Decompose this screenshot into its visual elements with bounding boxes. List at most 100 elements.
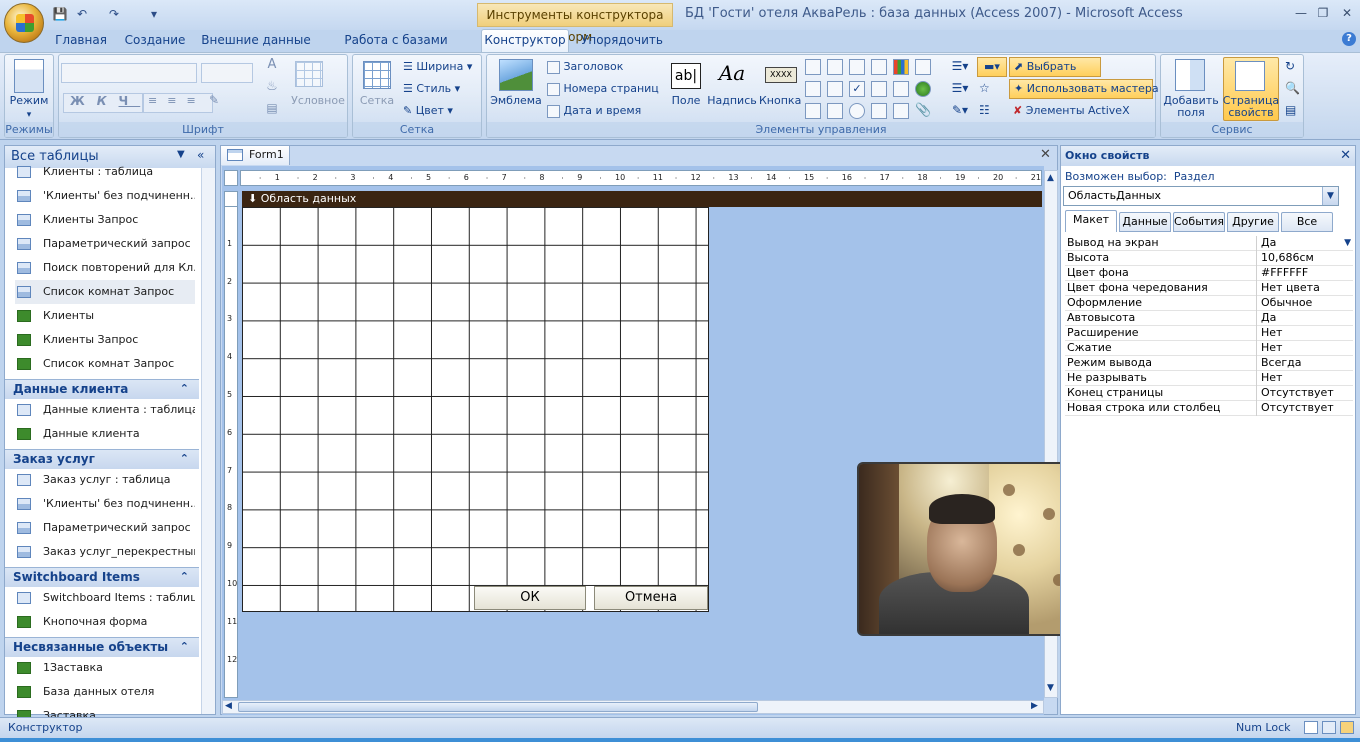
- gridlines-icon[interactable]: [363, 61, 391, 89]
- ok-button[interactable]: ОК: [474, 586, 586, 610]
- property-sheet-icon[interactable]: [1235, 61, 1265, 91]
- grid-width-button[interactable]: ☰ Ширина ▾: [403, 58, 472, 76]
- property-row[interactable]: Не разрывать Нет: [1065, 371, 1353, 386]
- nav-item[interactable]: Параметрический запрос: [15, 516, 195, 540]
- select-button[interactable]: ⬈ Выбрать: [1009, 57, 1101, 77]
- title-button[interactable]: Заголовок: [547, 58, 623, 76]
- add-fields-button[interactable]: Добавить поля: [1161, 95, 1221, 119]
- text-format-buttons[interactable]: ЖКЧ: [63, 93, 143, 113]
- checkbox-icon[interactable]: ✓: [849, 81, 865, 97]
- nav-group-header[interactable]: Данные клиента ⌃: [5, 379, 199, 399]
- rectangle-tool-icon[interactable]: [849, 59, 865, 75]
- field-button[interactable]: Поле: [663, 95, 709, 107]
- nav-group-header[interactable]: Switchboard Items ⌃: [5, 567, 199, 587]
- property-value[interactable]: Нет цвета: [1261, 281, 1353, 296]
- subform-in-new-window-icon[interactable]: ▤: [1285, 103, 1301, 119]
- attachment-icon[interactable]: 📎: [915, 103, 931, 119]
- property-row[interactable]: Вывод на экран Да ▼: [1065, 236, 1353, 251]
- font-color-icon[interactable]: A: [257, 57, 287, 79]
- customize-qat-icon[interactable]: ▾: [146, 6, 162, 22]
- wand-icon[interactable]: ☆: [979, 81, 999, 97]
- help-icon[interactable]: ?: [1342, 32, 1356, 46]
- restore-icon[interactable]: ❐: [1310, 4, 1336, 22]
- label-button[interactable]: Надпись: [707, 95, 757, 107]
- object-select-combo[interactable]: ОбластьДанных ▼: [1063, 186, 1339, 206]
- prop-tab-events[interactable]: События: [1173, 212, 1225, 232]
- list-box-icon[interactable]: [915, 59, 931, 75]
- line-color-icon[interactable]: ✎▾: [945, 103, 975, 119]
- command-button-icon[interactable]: XXXX: [765, 67, 797, 83]
- activex-button[interactable]: ✘ Элементы ActiveX: [1009, 102, 1130, 120]
- nav-scrollbar[interactable]: [201, 168, 215, 714]
- nav-item[interactable]: Параметрический запрос: [15, 232, 195, 256]
- nav-item[interactable]: Клиенты Запрос: [15, 328, 195, 352]
- document-tab-form1[interactable]: Form1: [220, 145, 290, 165]
- font-size-combo[interactable]: [201, 63, 253, 83]
- prop-tab-other[interactable]: Другие: [1227, 212, 1279, 232]
- nav-item[interactable]: Поиск повторений для Кл...: [15, 256, 195, 280]
- nav-group-header[interactable]: Заказ услуг ⌃: [5, 449, 199, 469]
- line-type-icon[interactable]: ☰▾: [945, 81, 975, 97]
- tab-home[interactable]: Главная: [50, 30, 112, 52]
- property-row[interactable]: Режим вывода Всегда: [1065, 356, 1353, 371]
- property-value[interactable]: Отсутствует: [1261, 401, 1353, 416]
- property-value[interactable]: Обычное: [1261, 296, 1353, 311]
- form-view-icon[interactable]: [1304, 721, 1318, 734]
- page-break-icon[interactable]: [805, 103, 821, 119]
- bound-frame-icon[interactable]: [827, 81, 843, 97]
- line-tool-icon[interactable]: [827, 59, 843, 75]
- chevron-down-icon[interactable]: ▾: [5, 109, 53, 121]
- use-wizards-button[interactable]: ✦ Использовать мастера: [1009, 79, 1159, 99]
- option-button-icon[interactable]: [849, 103, 865, 119]
- property-value[interactable]: Нет: [1261, 341, 1353, 356]
- conditional-format-icon[interactable]: [295, 61, 335, 91]
- subform-icon[interactable]: [871, 81, 887, 97]
- horizontal-scroll-thumb[interactable]: [238, 702, 758, 712]
- tab-design[interactable]: Конструктор: [481, 30, 569, 52]
- logo-icon[interactable]: [499, 59, 533, 91]
- nav-item[interactable]: Заказ услуг_перекрестный: [15, 540, 195, 564]
- hyperlink-icon[interactable]: [915, 81, 931, 97]
- collapse-group-icon[interactable]: ⌃: [180, 452, 189, 465]
- line-icon[interactable]: ▤: [257, 101, 287, 119]
- view-code-icon[interactable]: 🔍: [1285, 81, 1301, 97]
- design-view-icon[interactable]: [1340, 721, 1354, 734]
- property-value[interactable]: Всегда: [1261, 356, 1353, 371]
- button-control[interactable]: Кнопка: [759, 95, 801, 107]
- property-row[interactable]: Цвет фона чередования Нет цвета: [1065, 281, 1353, 296]
- chart-icon[interactable]: [893, 59, 909, 75]
- property-row[interactable]: Цвет фона #FFFFFF: [1065, 266, 1353, 281]
- redo-icon[interactable]: ↷: [106, 6, 122, 22]
- close-document-icon[interactable]: ✕: [1040, 147, 1051, 162]
- vertical-ruler[interactable]: 1 2 3 4 5 6 7 8 9 10 11 12: [224, 206, 238, 698]
- nav-group-header[interactable]: Несвязанные объекты ⌃: [5, 637, 199, 657]
- underline-icon[interactable]: Ч: [119, 94, 141, 108]
- nav-item[interactable]: Заказ услуг : таблица: [15, 468, 195, 492]
- save-icon[interactable]: 💾: [52, 6, 68, 22]
- add-fields-icon[interactable]: [1175, 59, 1205, 91]
- image-icon[interactable]: [893, 81, 909, 97]
- line-thickness-icon[interactable]: ☰▾: [945, 59, 975, 75]
- nav-item[interactable]: Данные клиента : таблица: [15, 398, 195, 422]
- property-row[interactable]: Автовысота Да: [1065, 311, 1353, 326]
- property-value[interactable]: #FFFFFF: [1261, 266, 1353, 281]
- chevron-down-icon[interactable]: ▼: [1322, 187, 1338, 205]
- nav-item[interactable]: Список комнат Запрос: [15, 352, 195, 376]
- property-row[interactable]: Конец страницы Отсутствует: [1065, 386, 1353, 401]
- font-name-combo[interactable]: [61, 63, 197, 83]
- nav-item[interactable]: 'Клиенты' без подчиненн...: [15, 492, 195, 516]
- section-selector[interactable]: [224, 191, 238, 207]
- gridlines-button[interactable]: Сетка: [353, 95, 401, 107]
- code-icon[interactable]: ↻: [1285, 59, 1301, 75]
- tab-database-tools[interactable]: Работа с базами данных: [324, 30, 468, 67]
- chevron-down-icon[interactable]: ▼: [177, 149, 185, 160]
- detail-section-header[interactable]: ⬇ Область данных: [242, 191, 1042, 207]
- nav-item[interactable]: Switchboard Items : таблица: [15, 586, 195, 610]
- tab-order-icon[interactable]: ☷: [979, 103, 999, 119]
- conditional-format-button[interactable]: Условное: [289, 95, 347, 107]
- nav-item[interactable]: 'Клиенты' без подчиненн...: [15, 184, 195, 208]
- property-value[interactable]: Да: [1261, 311, 1353, 326]
- nav-item[interactable]: Кнопочная форма: [15, 610, 195, 634]
- nav-item[interactable]: Клиенты : таблица: [15, 160, 195, 184]
- property-row[interactable]: Новая строка или столбец Отсутствует: [1065, 401, 1353, 416]
